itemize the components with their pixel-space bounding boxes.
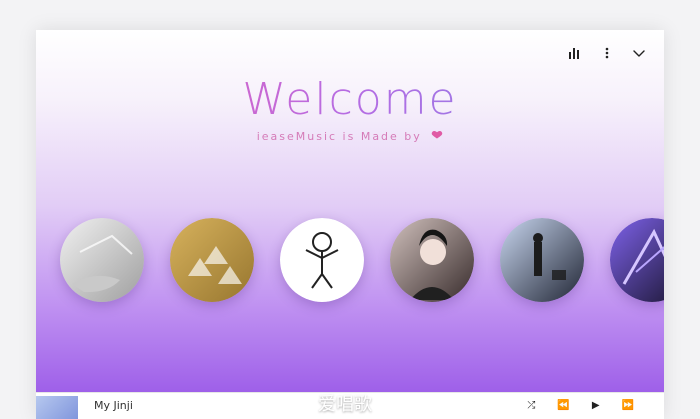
- album-cover-1[interactable]: [60, 218, 144, 302]
- subtitle: ieaseMusic is Made by: [36, 128, 664, 143]
- album-cover-5[interactable]: [500, 218, 584, 302]
- bars-chart-icon[interactable]: [568, 46, 582, 60]
- transport-controls: ⤮ ⏪ ▶ ⏩: [527, 400, 634, 411]
- fast-forward-icon[interactable]: ⏩: [622, 400, 634, 411]
- welcome-title: Welcome: [36, 74, 664, 125]
- chevron-down-icon[interactable]: [632, 46, 646, 60]
- heart-icon: [431, 128, 443, 143]
- album-cover-4[interactable]: [390, 218, 474, 302]
- current-song-title: My Jinji: [94, 399, 133, 412]
- window-controls: [568, 46, 646, 60]
- app-window: Welcome ieaseMusic is Made by My Jinji ⤮…: [36, 30, 664, 419]
- album-cover-2[interactable]: [170, 218, 254, 302]
- album-cover-3[interactable]: [280, 218, 364, 302]
- rewind-icon[interactable]: ⏪: [557, 400, 569, 411]
- album-cover-6[interactable]: [610, 218, 664, 302]
- subtitle-text: ieaseMusic is Made by: [256, 130, 422, 143]
- album-carousel: [60, 218, 664, 302]
- play-icon[interactable]: ▶: [592, 400, 600, 411]
- current-song-cover[interactable]: [36, 396, 78, 419]
- shuffle-icon[interactable]: ⤮: [527, 400, 535, 411]
- watermark-text: 爱唱歌: [318, 394, 372, 415]
- more-vertical-icon[interactable]: [600, 46, 614, 60]
